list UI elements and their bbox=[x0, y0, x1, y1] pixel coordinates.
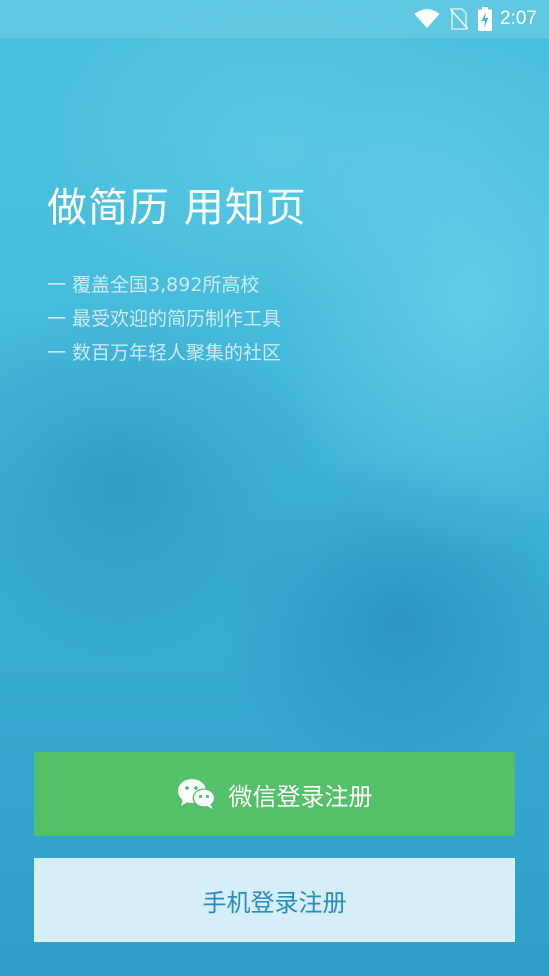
headline: 做简历 用知页 bbox=[47, 185, 307, 231]
phone-login-button[interactable]: 手机登录注册 bbox=[34, 858, 515, 942]
wifi-icon bbox=[414, 9, 440, 29]
feature-item: 一 最受欢迎的简历制作工具 bbox=[47, 308, 282, 330]
phone-login-label: 手机登录注册 bbox=[202, 888, 347, 917]
wechat-login-label: 微信登录注册 bbox=[228, 782, 373, 811]
status-time: 2:07 bbox=[500, 8, 537, 29]
feature-item: 一 覆盖全国3,892所高校 bbox=[47, 274, 260, 296]
wechat-icon bbox=[177, 778, 217, 810]
feature-item: 一 数百万年轻人聚集的社区 bbox=[47, 342, 282, 364]
status-bar: 2:07 bbox=[0, 0, 549, 38]
wechat-login-button[interactable]: 微信登录注册 bbox=[34, 752, 515, 836]
battery-charging-icon bbox=[478, 7, 493, 31]
no-sim-icon bbox=[450, 8, 469, 30]
feature-list: 一 覆盖全国3,892所高校 一 最受欢迎的简历制作工具 一 数百万年轻人聚集的… bbox=[47, 268, 281, 370]
